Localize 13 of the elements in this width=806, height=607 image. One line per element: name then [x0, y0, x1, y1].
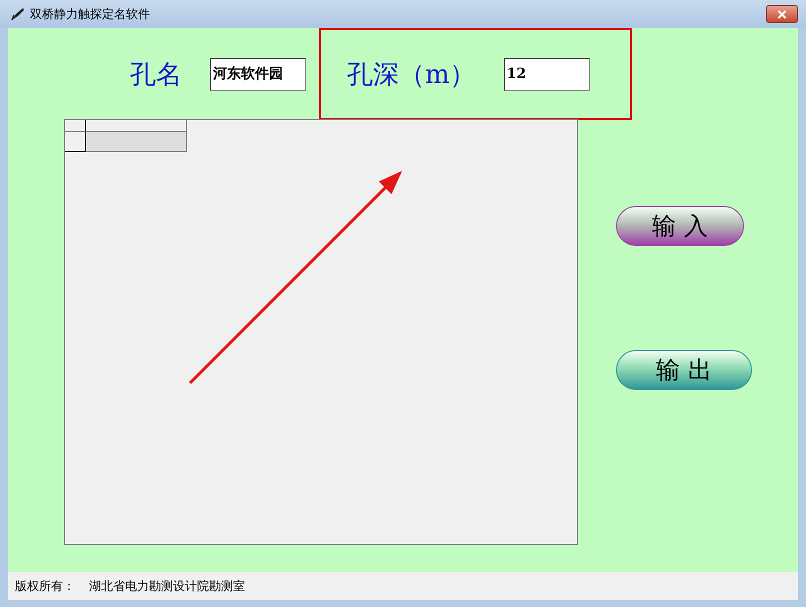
field-label: 孔名 [130, 58, 182, 92]
close-button[interactable] [766, 5, 798, 23]
status-text: 湖北省电力勘测设计院勘测室 [89, 578, 245, 594]
pen-icon [10, 6, 26, 22]
window-title: 双桥静力触探定名软件 [30, 6, 150, 22]
input-field[interactable]: 河东软件园 [210, 58, 306, 90]
pill-button[interactable]: 输 入 [616, 206, 744, 246]
field-label: 孔深（m） [347, 58, 476, 92]
input-field[interactable]: 12 [504, 58, 590, 90]
close-icon [777, 10, 787, 18]
grid-cell [65, 120, 86, 132]
pill-button[interactable]: 输 出 [616, 350, 752, 390]
status-label: 版权所有： [15, 578, 75, 594]
